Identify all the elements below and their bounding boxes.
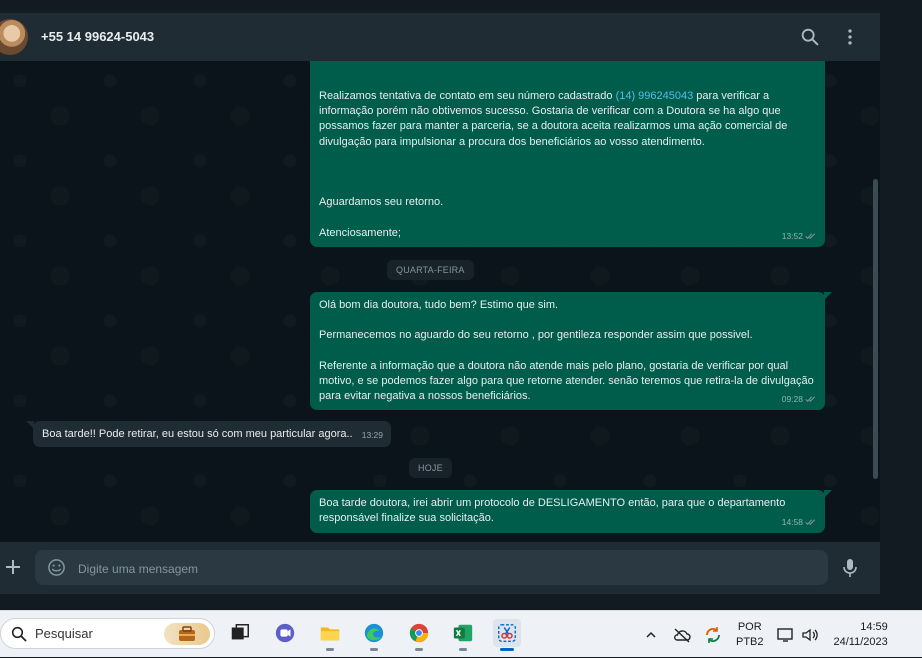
message-text: Realizamos tentativa de contato em seu n… — [319, 90, 788, 148]
taskbar-clock[interactable]: 14:59 24/11/2023 — [834, 620, 888, 650]
search-highlight-icon[interactable] — [164, 623, 210, 645]
file-explorer-icon[interactable] — [316, 619, 344, 651]
contact-name[interactable]: +55 14 99624-5043 — [41, 29, 154, 44]
message-meta: 09:28 — [782, 392, 817, 407]
system-tray: POR PTB2 14:59 24/11/2023 — [640, 611, 888, 658]
message-outgoing[interactable]: Realizamos tentativa de contato em seu n… — [310, 61, 825, 247]
message-meta: 14:58 — [782, 515, 817, 530]
window-top-strip — [0, 0, 880, 13]
window-bottom-strip — [0, 594, 922, 610]
search-icon — [11, 626, 27, 642]
message-input-wrapper[interactable] — [35, 550, 828, 587]
message-text: Boa tarde!! Pode retirar, eu estou só co… — [42, 428, 353, 440]
chat-header[interactable]: +55 14 99624-5043 — [0, 13, 880, 61]
chevron-up-icon[interactable] — [640, 627, 662, 643]
date-divider: HOJE — [409, 458, 452, 478]
message-time: 13:29 — [361, 429, 383, 440]
sync-icon[interactable] — [702, 625, 724, 645]
chat-scrollbar[interactable] — [873, 179, 878, 479]
menu-dots-icon[interactable] — [839, 26, 861, 48]
message-outgoing[interactable]: Olá bom dia doutora, tudo bem? Estimo qu… — [310, 292, 832, 410]
message-text: Referente a informação que a doutora não… — [319, 359, 814, 403]
message-time: 14:58 — [781, 516, 803, 527]
message-text: Boa tarde doutora, irei abrir um protoco… — [319, 497, 786, 525]
message-time: 09:28 — [781, 393, 803, 404]
message-input[interactable] — [76, 550, 820, 587]
message-meta: 13:52 — [782, 229, 817, 244]
message-text: Atenciosamente; — [319, 226, 401, 239]
chat-panel[interactable]: Realizamos tentativa de contato em seu n… — [0, 61, 880, 542]
cloud-offline-icon[interactable] — [670, 627, 694, 643]
contact-avatar[interactable] — [0, 19, 28, 55]
microphone-icon[interactable] — [841, 557, 859, 579]
network-icon[interactable] — [776, 627, 796, 643]
task-view-icon[interactable] — [226, 619, 254, 647]
search-icon[interactable] — [799, 26, 821, 48]
message-outgoing[interactable]: Boa tarde doutora, irei abrir um protoco… — [310, 490, 832, 533]
plus-icon[interactable] — [3, 557, 23, 577]
double-check-icon — [805, 519, 816, 526]
chrome-browser-icon[interactable] — [405, 619, 433, 651]
volume-icon[interactable] — [800, 627, 820, 643]
whatsapp-window: +55 14 99624-5043 Realizamos tentativa d… — [0, 0, 880, 610]
double-check-icon — [805, 396, 816, 403]
message-text: Aguardamos seu retorno. — [319, 196, 444, 209]
snipping-tool-icon[interactable] — [493, 619, 521, 651]
teams-chat-icon[interactable] — [271, 619, 299, 647]
composer-bar — [0, 542, 880, 594]
phone-link[interactable]: (14) 996245043 — [616, 90, 694, 102]
message-text: Permanecemos no aguardo do seu retorno ,… — [319, 329, 753, 342]
message-meta: 13:29 — [362, 428, 383, 443]
clock-time: 14:59 — [860, 620, 888, 633]
keyboard-language[interactable]: POR PTB2 — [736, 620, 764, 650]
message-time: 13:52 — [781, 230, 803, 241]
date-divider: QUARTA-FEIRA — [387, 260, 474, 280]
search-label: Pesquisar — [35, 626, 93, 641]
windows-taskbar: Pesquisar POR PTB2 14:59 24/11/2023 — [0, 610, 922, 657]
edge-browser-icon[interactable] — [360, 619, 388, 651]
taskbar-search[interactable]: Pesquisar — [0, 618, 215, 649]
double-check-icon — [805, 233, 816, 240]
message-text: Olá bom dia doutora, tudo bem? Estimo qu… — [319, 299, 559, 311]
excel-icon[interactable] — [449, 619, 477, 651]
clock-date: 24/11/2023 — [833, 635, 888, 648]
emoji-icon[interactable] — [47, 558, 66, 577]
message-incoming[interactable]: Boa tarde!! Pode retirar, eu estou só co… — [26, 421, 391, 447]
